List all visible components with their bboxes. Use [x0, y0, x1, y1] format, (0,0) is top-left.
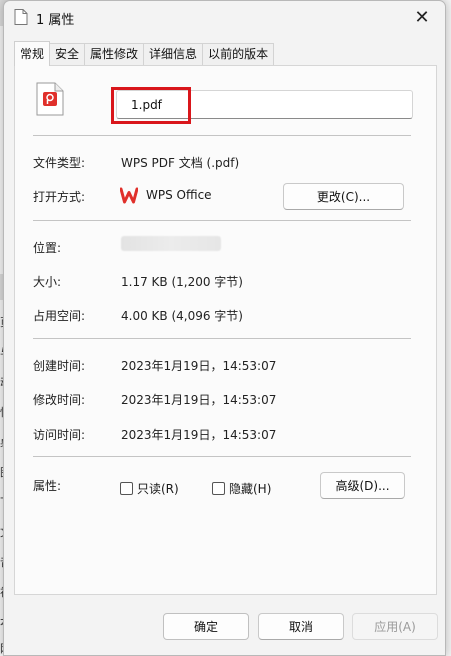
readonly-label[interactable]: 只读(R) — [137, 480, 179, 497]
location-value-redacted — [121, 236, 221, 251]
wps-office-icon — [120, 187, 138, 204]
tab-previous-versions[interactable]: 以前的版本 — [202, 43, 275, 66]
advanced-button[interactable]: 高级(D)... — [320, 472, 405, 499]
location-label: 位置: — [33, 241, 62, 255]
properties-dialog: 1 属性 ✕ 常规 安全 属性修改 详细信息 以前的版本 文件类型: WPS P… — [3, 0, 446, 656]
readonly-checkbox[interactable] — [120, 482, 133, 495]
size-value: 1.17 KB (1,200 字节) — [121, 275, 243, 289]
separator — [33, 135, 411, 136]
created-value: 2023年1月19日，14:53:07 — [121, 359, 277, 373]
created-label: 创建时间: — [33, 359, 86, 373]
hidden-checkbox-row[interactable]: 隐藏(H) — [212, 480, 271, 497]
hidden-checkbox[interactable] — [212, 482, 225, 495]
file-type-value: WPS PDF 文档 (.pdf) — [121, 156, 240, 170]
hidden-label[interactable]: 隐藏(H) — [229, 480, 271, 497]
open-with-label: 打开方式: — [33, 190, 86, 204]
modified-value: 2023年1月19日，14:53:07 — [121, 393, 277, 407]
apply-button[interactable]: 应用(A) — [352, 613, 438, 640]
attributes-label: 属性: — [33, 479, 62, 493]
accessed-value: 2023年1月19日，14:53:07 — [121, 428, 277, 442]
tab-bar: 常规 安全 属性修改 详细信息 以前的版本 — [14, 41, 275, 66]
cancel-button[interactable]: 取消 — [258, 613, 344, 640]
readonly-checkbox-row[interactable]: 只读(R) — [120, 480, 179, 497]
ok-button[interactable]: 确定 — [163, 613, 249, 640]
change-button[interactable]: 更改(C)... — [283, 183, 404, 210]
tab-attribute-edit[interactable]: 属性修改 — [84, 43, 145, 66]
title-bar: 1 属性 ✕ — [4, 1, 445, 35]
separator — [33, 220, 411, 221]
modified-label: 修改时间: — [33, 393, 86, 407]
pdf-file-icon — [36, 82, 64, 116]
window-title: 1 属性 — [36, 13, 75, 28]
tab-security[interactable]: 安全 — [49, 43, 86, 66]
close-icon[interactable]: ✕ — [414, 7, 429, 28]
document-icon — [14, 9, 28, 25]
file-type-label: 文件类型: — [33, 156, 86, 170]
close-button[interactable]: ✕ — [399, 1, 445, 33]
open-with-app: WPS Office — [146, 188, 212, 202]
tab-general[interactable]: 常规 — [14, 41, 51, 66]
separator — [33, 456, 411, 457]
general-panel: 文件类型: WPS PDF 文档 (.pdf) 打开方式: WPS Office… — [14, 65, 437, 595]
tab-details[interactable]: 详细信息 — [143, 43, 204, 66]
file-name-input[interactable] — [116, 90, 413, 119]
separator — [33, 338, 411, 339]
size-on-disk-value: 4.00 KB (4,096 字节) — [121, 309, 243, 323]
accessed-label: 访问时间: — [33, 428, 86, 442]
size-label: 大小: — [33, 275, 62, 289]
size-on-disk-label: 占用空间: — [33, 309, 86, 323]
